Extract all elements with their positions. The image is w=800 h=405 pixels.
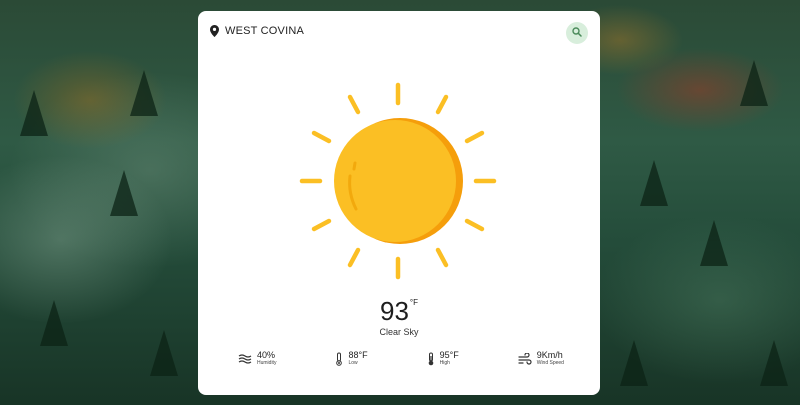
low-label: Low	[348, 360, 358, 366]
search-icon	[572, 24, 582, 42]
high-label: High	[439, 360, 450, 366]
thermometer-low-icon	[335, 352, 343, 366]
humidity-label: Humidity	[257, 360, 277, 366]
tree-shape	[20, 90, 48, 136]
tree-shape	[150, 330, 178, 376]
temperature-display: 93°F	[198, 296, 600, 327]
location-name: WEST COVINA	[225, 25, 305, 37]
tree-shape	[740, 60, 768, 106]
tree-shape	[760, 340, 788, 386]
humidity-icon	[238, 353, 252, 364]
weather-stats: 40% Humidity 88°F Low 95°F High 9Km/h Wi…	[238, 350, 564, 367]
stat-low: 88°F Low	[335, 350, 368, 367]
tree-shape	[640, 160, 668, 206]
weather-illustration	[298, 81, 498, 301]
high-value: 95°F	[439, 350, 459, 360]
tree-shape	[40, 300, 68, 346]
tree-shape	[130, 70, 158, 116]
tree-shape	[620, 340, 648, 386]
search-button[interactable]	[566, 22, 588, 44]
stat-high: 95°F High	[427, 350, 459, 367]
location-pin-icon	[210, 25, 219, 37]
location-header: WEST COVINA	[210, 25, 304, 37]
stat-wind: 9Km/h Wind Speed	[518, 350, 564, 367]
tree-shape	[110, 170, 138, 216]
wind-label: Wind Speed	[536, 360, 564, 366]
low-value: 88°F	[348, 350, 368, 360]
temperature-value: 93	[379, 296, 409, 326]
weather-condition: Clear Sky	[379, 327, 419, 337]
sun-icon	[299, 82, 497, 280]
weather-card: WEST COVINA 93°F Clear Sky 40% Humidity …	[198, 11, 600, 395]
stat-humidity: 40% Humidity	[238, 350, 276, 367]
thermometer-high-icon	[427, 352, 435, 366]
wind-value: 9Km/h	[536, 350, 563, 360]
tree-shape	[700, 220, 728, 266]
wind-icon	[518, 352, 532, 365]
humidity-value: 40%	[257, 350, 276, 360]
temperature-unit: °F	[409, 298, 418, 307]
